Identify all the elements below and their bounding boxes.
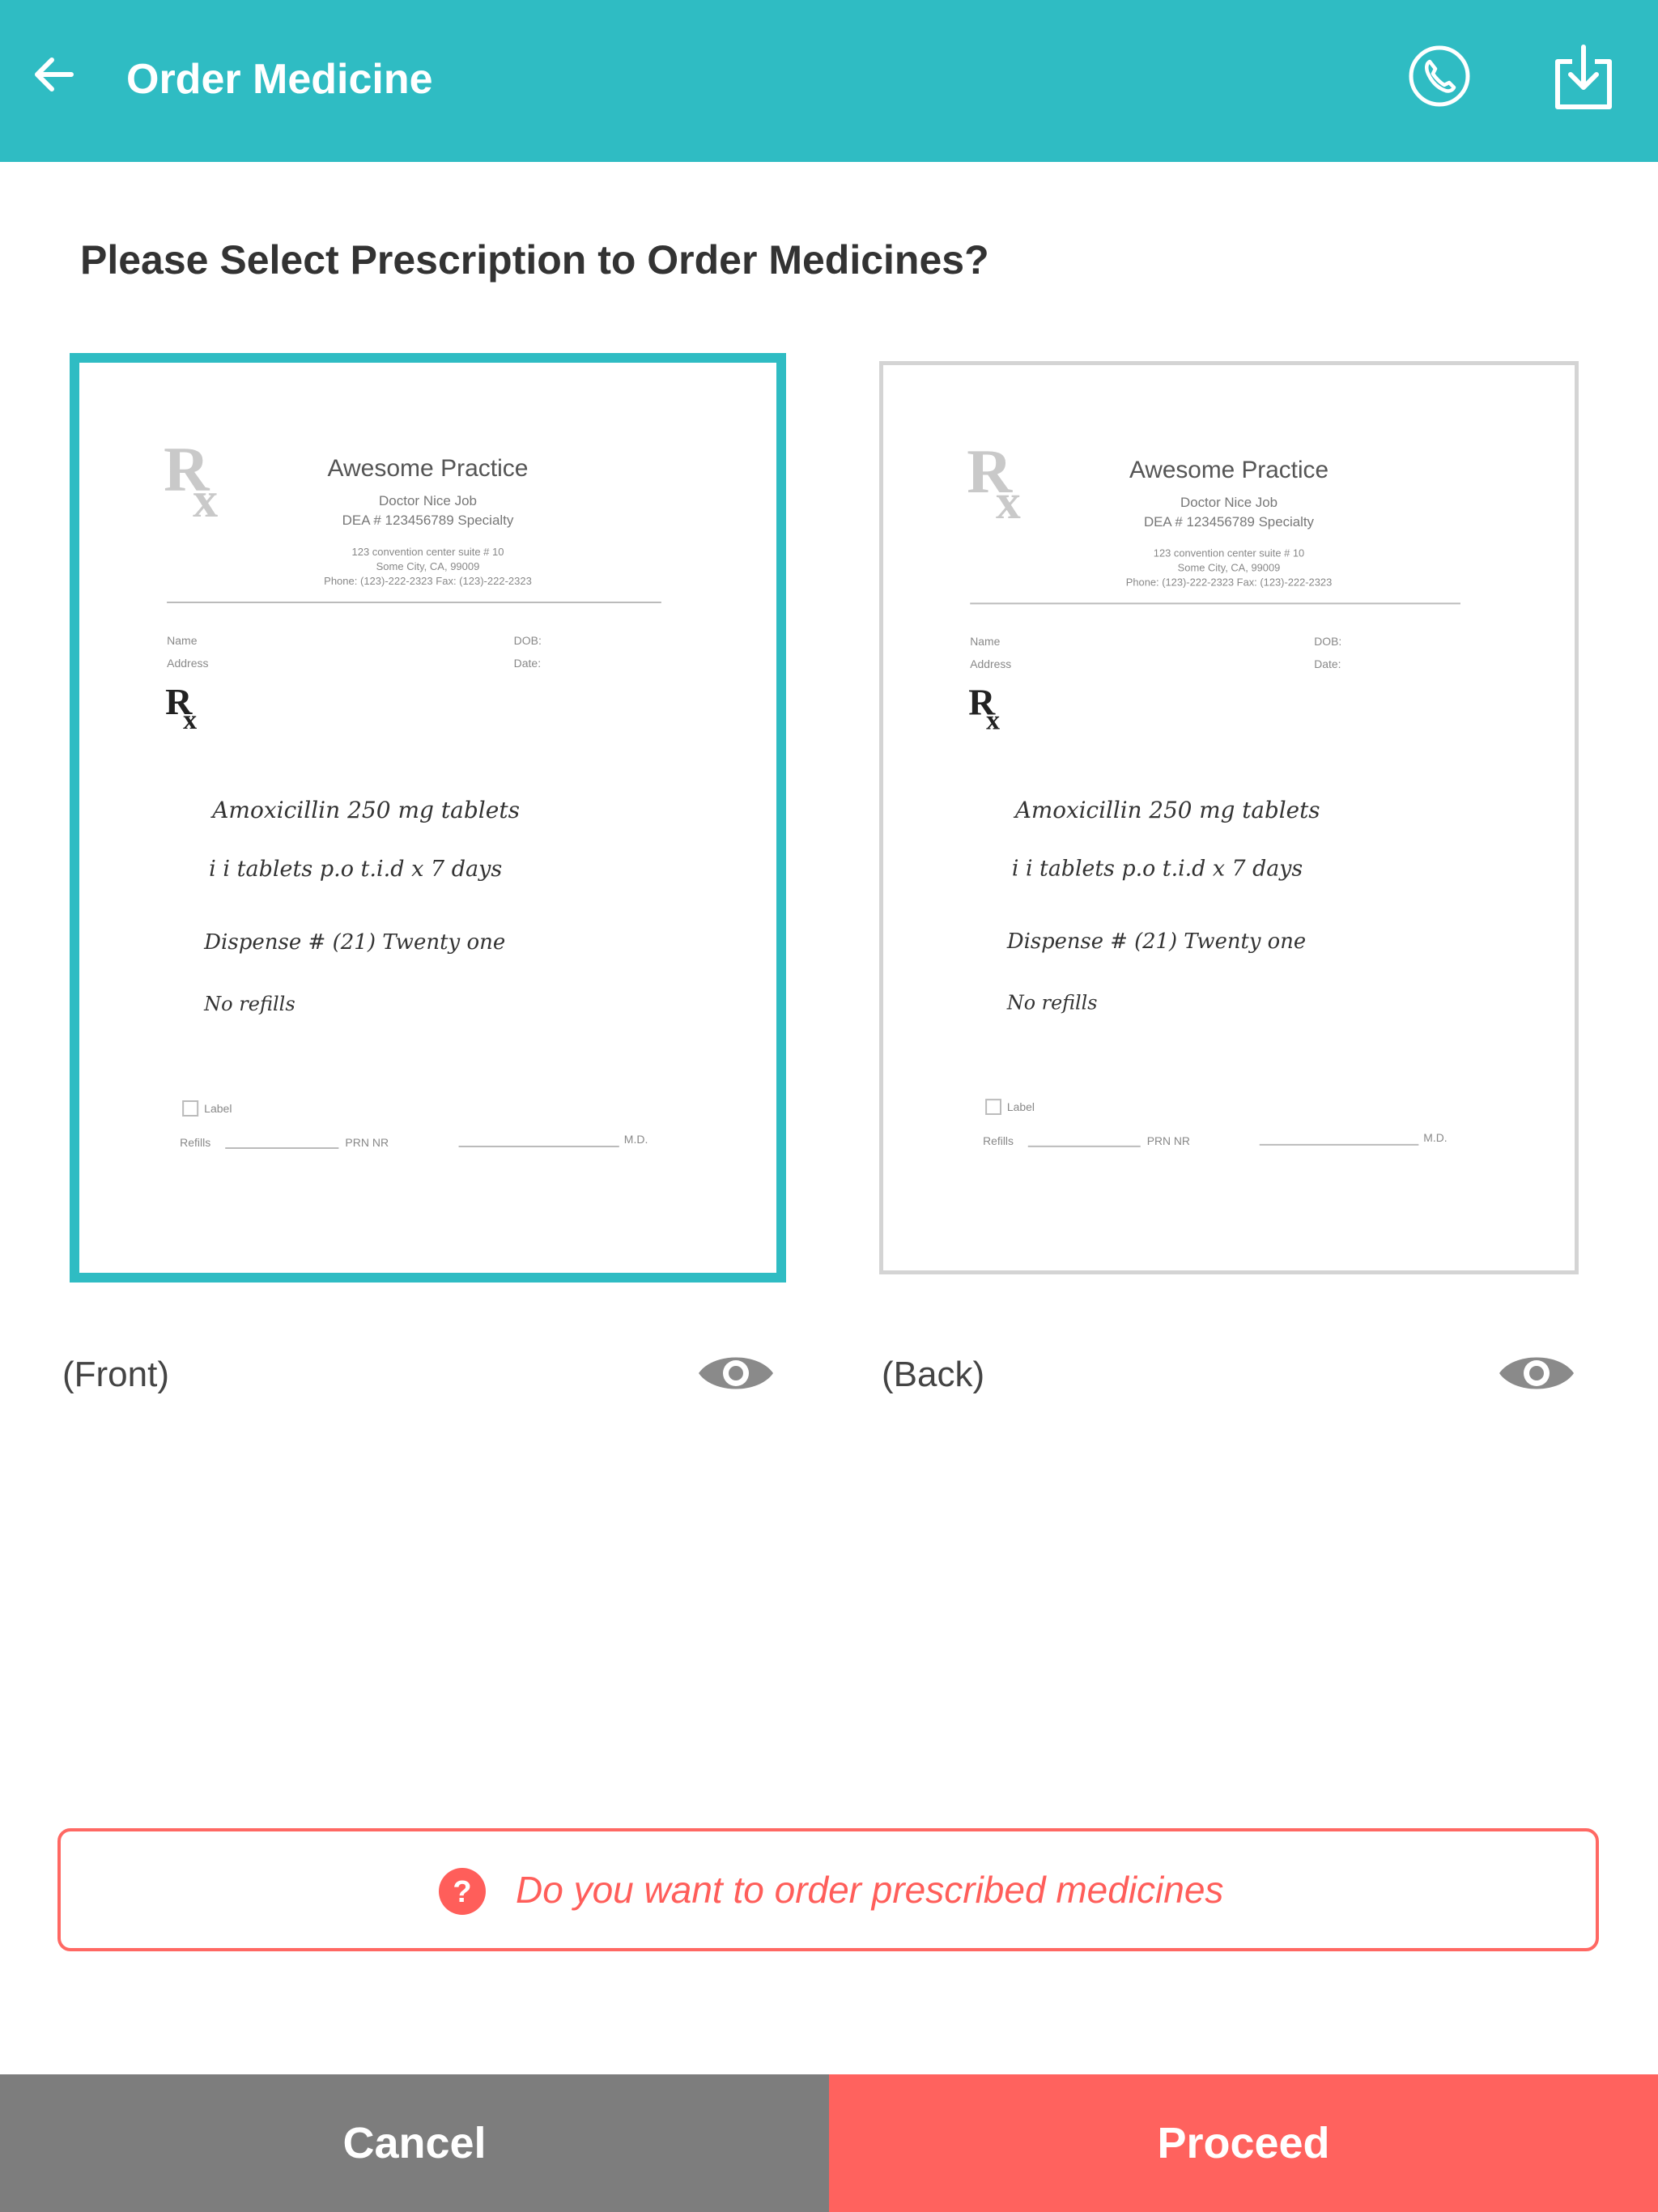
svg-text:Amoxicillin 250 mg tablets: Amoxicillin 250 mg tablets — [210, 797, 520, 823]
svg-text:Awesome Practice: Awesome Practice — [1129, 457, 1329, 483]
svg-text:DOB:: DOB: — [514, 634, 542, 647]
svg-text:No refills: No refills — [203, 993, 295, 1015]
page-title: Order Medicine — [126, 56, 433, 103]
svg-text:Phone: (123)-222-2323 Fax: (1: Phone: (123)-222-2323 Fax: (123)-222-232… — [324, 575, 532, 587]
practice-name: Awesome Practice — [327, 455, 528, 482]
svg-text:i i tablets p.o t.i.d x 7: i i tablets p.o t.i.d x 7 days — [209, 857, 502, 882]
svg-text:Address: Address — [970, 657, 1011, 670]
svg-text:M.D.: M.D. — [624, 1133, 648, 1146]
svg-text:PRN NR: PRN NR — [345, 1136, 389, 1149]
svg-text:x: x — [193, 473, 218, 528]
svg-text:Date:: Date: — [514, 657, 541, 670]
svg-text:Some City, CA, 99009: Some City, CA, 99009 — [376, 560, 480, 572]
svg-text:No refills: No refills — [1006, 992, 1098, 1015]
svg-text:Dispense # (21) Twenty one: Dispense # (21) Twenty one — [203, 930, 505, 955]
rx-symbol: x — [183, 705, 197, 735]
help-circle-icon: ? — [438, 1867, 487, 1916]
download-icon[interactable] — [1551, 44, 1616, 112]
svg-text:Label: Label — [204, 1102, 232, 1115]
svg-text:Doctor Nice Job: Doctor Nice Job — [1180, 495, 1278, 510]
svg-text:DEA # 123456789 Specialty: DEA # 123456789 Specialty — [1144, 514, 1315, 530]
svg-text:x: x — [986, 706, 1000, 736]
cancel-button[interactable]: Cancel — [0, 2074, 829, 2212]
svg-text:Amoxicillin 250 mg tablets: Amoxicillin 250 mg tablets — [1013, 797, 1320, 823]
svg-text:123 convention center suite #: 123 convention center suite # 10 — [1154, 547, 1304, 559]
svg-text:x: x — [996, 474, 1021, 530]
prescription-card-front[interactable]: R x Awesome Practice Doctor Nice Job DEA… — [70, 353, 786, 1283]
svg-text:DOB:: DOB: — [1314, 635, 1341, 648]
svg-text:M.D.: M.D. — [1423, 1131, 1447, 1144]
svg-text:Doctor Nice Job: Doctor Nice Job — [379, 493, 477, 508]
front-side-label: (Front) — [62, 1355, 169, 1394]
view-back-eye-icon[interactable] — [1496, 1347, 1577, 1399]
back-side-label: (Back) — [882, 1355, 985, 1394]
order-question-banner: ? Do you want to order prescribed medici… — [57, 1828, 1599, 1951]
prescription-image-back: R x Awesome Practice Doctor Nice Job DEA… — [883, 365, 1575, 1270]
svg-text:123 convention center suite #: 123 convention center suite # 10 — [351, 546, 504, 558]
bottom-action-bar: Cancel Proceed — [0, 2074, 1658, 2212]
svg-text:i i tablets p.o t.i.d x 7: i i tablets p.o t.i.d x 7 days — [1012, 857, 1303, 882]
proceed-button[interactable]: Proceed — [829, 2074, 1658, 2212]
prescription-card-back[interactable]: R x Awesome Practice Doctor Nice Job DEA… — [879, 361, 1579, 1274]
svg-text:Refills: Refills — [983, 1134, 1014, 1147]
svg-text:Dispense # (21) Twenty one: Dispense # (21) Twenty one — [1006, 929, 1306, 954]
svg-text:PRN NR: PRN NR — [1147, 1134, 1190, 1147]
phone-icon[interactable] — [1407, 44, 1472, 108]
app-bar: Order Medicine — [0, 0, 1658, 162]
svg-text:Date:: Date: — [1314, 657, 1341, 670]
svg-text:Address: Address — [167, 657, 208, 670]
svg-text:Some City, CA, 99009: Some City, CA, 99009 — [1178, 562, 1281, 574]
svg-text:?: ? — [453, 1875, 471, 1909]
prescription-image-front: R x Awesome Practice Doctor Nice Job DEA… — [79, 363, 776, 1273]
svg-text:Phone: (123)-222-2323 Fax: (1: Phone: (123)-222-2323 Fax: (123)-222-232… — [1126, 576, 1332, 589]
svg-text:DEA # 123456789 Specialty: DEA # 123456789 Specialty — [342, 513, 514, 528]
svg-text:Name: Name — [167, 634, 198, 647]
svg-text:Label: Label — [1007, 1100, 1035, 1113]
svg-text:Name: Name — [970, 635, 1000, 648]
back-arrow-icon[interactable] — [29, 50, 78, 99]
order-question-text: Do you want to order prescribed medicine… — [516, 1869, 1224, 1911]
instruction-heading: Please Select Prescription to Order Medi… — [80, 237, 989, 283]
view-front-eye-icon[interactable] — [695, 1347, 776, 1399]
svg-text:Refills: Refills — [180, 1136, 210, 1149]
